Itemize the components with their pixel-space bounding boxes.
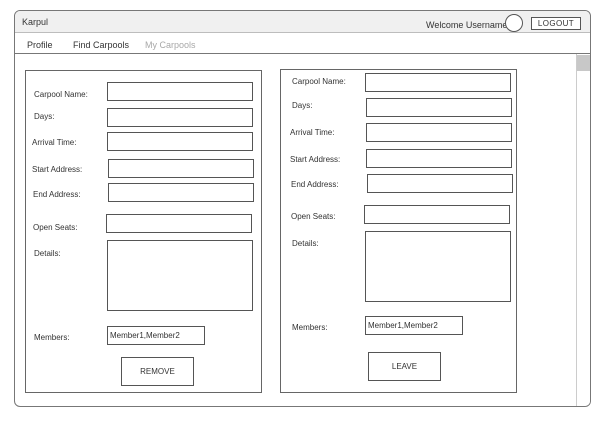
label-carpool-name: Carpool Name: [292, 77, 346, 86]
app-window: Karpul Welcome Username LOGOUT Profile F… [14, 10, 591, 407]
tab-find-carpools[interactable]: Find Carpools [73, 40, 129, 50]
label-end-address: End Address: [33, 190, 81, 199]
logout-button[interactable]: LOGOUT [531, 17, 581, 30]
start-address-field[interactable] [366, 149, 512, 168]
carpool-panel-left: Carpool Name: Days: Arrival Time: Start … [25, 70, 262, 393]
label-details: Details: [292, 239, 319, 248]
scrollbar-thumb[interactable] [577, 55, 590, 71]
arrival-time-field[interactable] [366, 123, 512, 142]
end-address-field[interactable] [108, 183, 254, 202]
details-textarea[interactable] [107, 240, 253, 311]
members-field[interactable]: Member1,Member2 [107, 326, 205, 345]
tab-profile[interactable]: Profile [27, 40, 53, 50]
label-open-seats: Open Seats: [33, 223, 78, 232]
nav-bar: Profile Find Carpools My Carpools [15, 33, 590, 54]
label-open-seats: Open Seats: [291, 212, 336, 221]
remove-button[interactable]: REMOVE [121, 357, 194, 386]
carpool-name-field[interactable] [107, 82, 253, 101]
app-title: Karpul [22, 17, 49, 27]
label-start-address: Start Address: [32, 165, 83, 174]
details-textarea[interactable] [365, 231, 511, 302]
open-seats-field[interactable] [364, 205, 510, 224]
title-bar: Karpul Welcome Username LOGOUT [15, 11, 590, 33]
carpool-panel-right: Carpool Name: Days: Arrival Time: Start … [280, 69, 517, 393]
label-end-address: End Address: [291, 180, 339, 189]
days-field[interactable] [107, 108, 253, 127]
label-days: Days: [292, 101, 313, 110]
leave-button[interactable]: LEAVE [368, 352, 441, 381]
arrival-time-field[interactable] [107, 132, 253, 151]
avatar[interactable] [505, 14, 523, 32]
days-field[interactable] [366, 98, 512, 117]
vertical-scrollbar[interactable] [576, 54, 590, 406]
label-start-address: Start Address: [290, 155, 341, 164]
end-address-field[interactable] [367, 174, 513, 193]
open-seats-field[interactable] [106, 214, 252, 233]
label-carpool-name: Carpool Name: [34, 90, 88, 99]
label-details: Details: [34, 249, 61, 258]
welcome-text: Welcome Username [426, 20, 508, 30]
label-arrival-time: Arrival Time: [32, 138, 77, 147]
members-field[interactable]: Member1,Member2 [365, 316, 463, 335]
label-members: Members: [34, 333, 70, 342]
label-arrival-time: Arrival Time: [290, 128, 335, 137]
carpool-name-field[interactable] [365, 73, 511, 92]
tab-my-carpools: My Carpools [145, 40, 196, 50]
start-address-field[interactable] [108, 159, 254, 178]
label-days: Days: [34, 112, 55, 121]
label-members: Members: [292, 323, 328, 332]
